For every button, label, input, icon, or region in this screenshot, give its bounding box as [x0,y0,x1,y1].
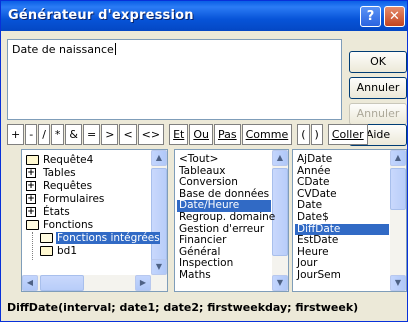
operator-button[interactable]: Comme [241,124,293,145]
tree-item-label: États [43,206,70,218]
list-item[interactable]: Maths [177,269,271,282]
operator-label: <> [141,128,161,141]
scroll-thumb[interactable] [151,168,167,263]
function-scrollbar[interactable]: ▲ ▼ [390,150,406,291]
scroll-right-icon[interactable]: ▶ [135,275,151,291]
operator-label: / [42,128,46,141]
help-title-button[interactable]: ? [360,6,381,27]
operator-label: - [29,128,34,141]
scroll-down-icon[interactable]: ▼ [272,275,288,291]
expression-text: Date de naissance [12,43,114,56]
operator-label: ) [314,128,319,141]
operator-label: + [11,128,21,141]
tree-connector [32,232,33,260]
expand-icon: + [26,168,36,178]
operator-button[interactable]: < [119,124,137,145]
open-folder-icon [26,220,39,230]
scroll-up-icon[interactable]: ▲ [390,150,406,166]
tree-hscrollbar[interactable]: ◀ ▶ [22,275,151,291]
list-item[interactable]: AjDate [295,153,389,166]
list-item[interactable]: Date$ [295,211,389,224]
operator-button[interactable]: > [101,124,119,145]
title-bar: Générateur d'expression ? ✕ [1,1,407,31]
expand-icon: + [26,207,36,217]
close-button[interactable]: ✕ [384,6,405,27]
tree-item-label: Fonctions intégrées [56,232,160,244]
operator-button[interactable]: * [50,124,65,145]
scroll-down-icon[interactable]: ▼ [151,259,167,275]
expand-icon: + [26,194,36,204]
operator-button[interactable]: = [83,124,101,145]
operator-button[interactable]: Et [169,124,189,145]
operator-label: & [69,128,78,141]
window-title: Générateur d'expression [8,8,194,23]
expression-builder-dialog: Générateur d'expression ? ✕ Date de nais… [0,0,408,322]
scroll-up-icon[interactable]: ▲ [151,150,167,166]
operator-button[interactable]: Pas [214,124,241,145]
scroll-up-icon[interactable]: ▲ [272,150,288,166]
operator-label: = [87,128,97,141]
operator-button[interactable]: - [25,124,38,145]
tree-scrollbar[interactable]: ▲ ▼ [151,150,167,291]
tree-item-label: Formulaires [43,193,105,205]
operator-label: ( [301,128,306,141]
operator-button[interactable]: & [65,124,82,145]
operator-label: Ou [193,128,209,141]
operator-button[interactable]: / [38,124,50,145]
operator-toolbar: + - / * & = > < <> Et Ou Pas Comme () Coller [7,124,369,146]
operator-label: > [105,128,115,141]
operator-button[interactable]: Coller [327,124,368,145]
function-signature: DiffDate(interval; date1; date2; firstwe… [7,301,359,314]
hscroll-thumb[interactable] [40,275,84,291]
operator-label: * [54,128,61,141]
operator-label: Et [173,128,185,141]
expression-box[interactable]: Date de naissance [7,39,342,120]
cancel-button[interactable]: Annuler [349,77,407,99]
operator-button[interactable]: ) [310,124,323,145]
folder-icon [26,155,39,165]
operator-button[interactable]: + [7,124,25,145]
open-folder-icon [40,233,53,243]
operator-label: Pas [218,128,237,141]
operator-button[interactable]: Ou [189,124,213,145]
scroll-down-icon[interactable]: ▼ [390,275,406,291]
undo-button[interactable]: Annuler [349,103,407,125]
text-caret [114,43,116,55]
expand-icon: + [26,181,36,191]
list-item[interactable]: <Tout> [177,153,271,166]
function-list[interactable]: ▲ ▼ AjDate Année CDate CVDate Date Date$ DiffD… [292,149,407,292]
operator-label: Coller [331,128,364,141]
ok-button[interactable]: OK [349,51,407,73]
tree-item-label: Requête4 [43,154,94,166]
tree-item-label: Requêtes [43,180,93,192]
close-icon: ✕ [389,9,400,24]
list-item[interactable]: EstDate [295,235,389,247]
list-item[interactable]: Financier [177,235,271,247]
question-icon: ? [366,9,375,24]
scroll-left-icon[interactable]: ◀ [22,275,38,291]
operator-button[interactable]: ( [297,124,310,145]
tree-item-label: Fonctions [43,219,94,231]
operator-label: Comme [245,128,289,141]
object-tree[interactable]: ▲ ▼ ◀ ▶ Requête4 + Tables + Requêtes + Formula… [21,149,168,292]
list-item[interactable]: JourSem [295,269,389,282]
list-item[interactable]: Regroup. domaine [177,211,275,224]
tree-item-label: bd1 [57,245,78,257]
scroll-thumb[interactable] [390,168,406,210]
operator-button[interactable]: <> [137,124,165,145]
tree-item-label: Tables [43,167,76,179]
category-list[interactable]: ▲ ▼ <Tout> Tableaux Conversion Base de donn… [174,149,289,292]
operator-label: < [123,128,133,141]
folder-icon [40,246,53,256]
